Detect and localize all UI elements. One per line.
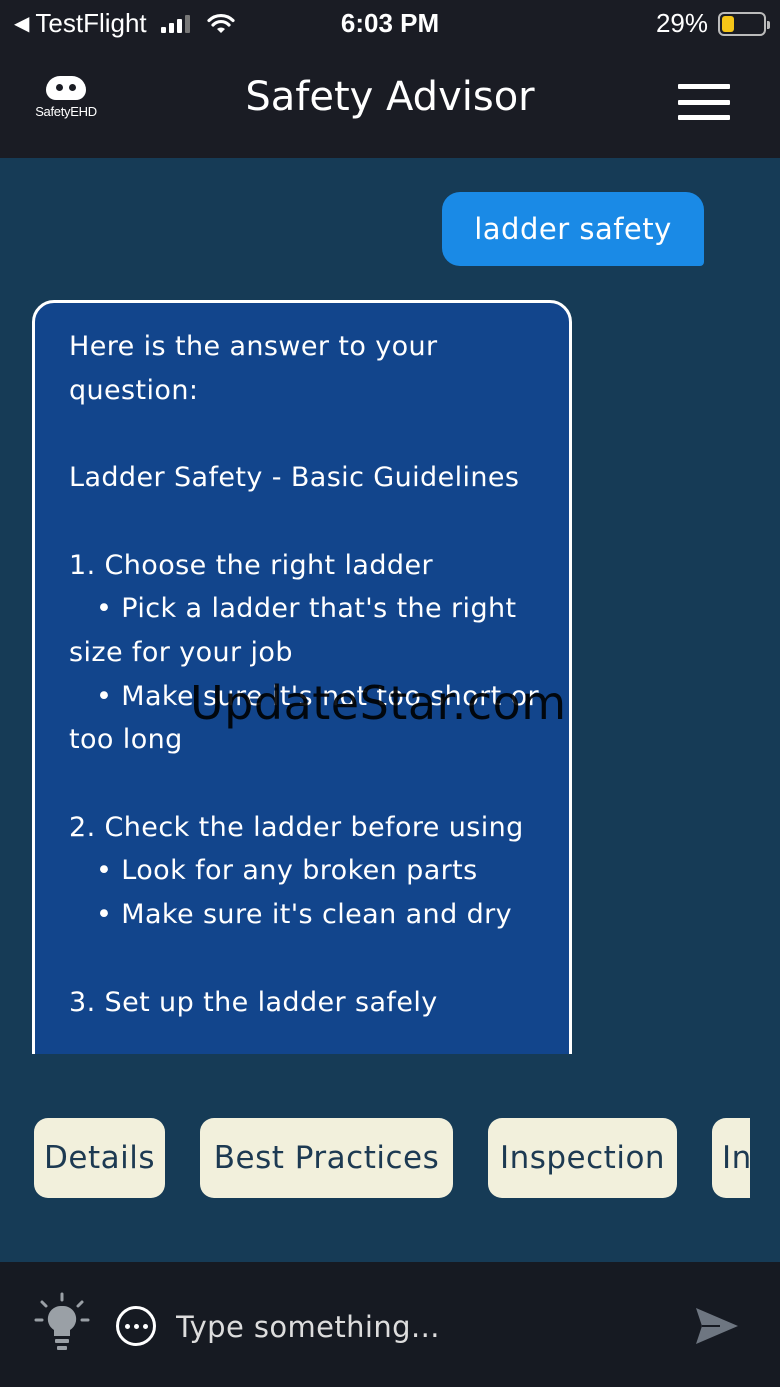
page-title: Safety Advisor bbox=[245, 74, 535, 120]
suggestion-chips[interactable]: Details Best Practices Inspection In bbox=[0, 1118, 750, 1198]
hamburger-menu-icon[interactable] bbox=[678, 84, 730, 120]
chip-inspection[interactable]: Inspection bbox=[488, 1118, 677, 1198]
send-icon[interactable] bbox=[694, 1306, 740, 1346]
chip-partial[interactable]: In bbox=[712, 1118, 750, 1198]
chip-details[interactable]: Details bbox=[34, 1118, 165, 1198]
input-bar bbox=[0, 1262, 780, 1387]
bot-message-bubble[interactable]: Here is the answer to your question: Lad… bbox=[32, 300, 572, 1054]
message-input[interactable] bbox=[176, 1302, 666, 1352]
chip-best-practices[interactable]: Best Practices bbox=[200, 1118, 453, 1198]
user-message-bubble: ladder safety bbox=[442, 192, 704, 266]
status-bar: ◀ TestFlight 6:03 PM 29% bbox=[0, 0, 780, 46]
more-options-icon[interactable] bbox=[116, 1306, 156, 1346]
app-header: SafetyEHD Safety Advisor bbox=[0, 46, 780, 158]
battery-icon bbox=[718, 11, 770, 36]
battery-percent: 29% bbox=[655, 8, 708, 38]
lightbulb-icon[interactable] bbox=[34, 1292, 90, 1354]
chat-area[interactable]: ladder safety Here is the answer to your… bbox=[0, 158, 780, 1054]
battery-level bbox=[722, 15, 734, 32]
status-right: 29% bbox=[655, 8, 770, 39]
